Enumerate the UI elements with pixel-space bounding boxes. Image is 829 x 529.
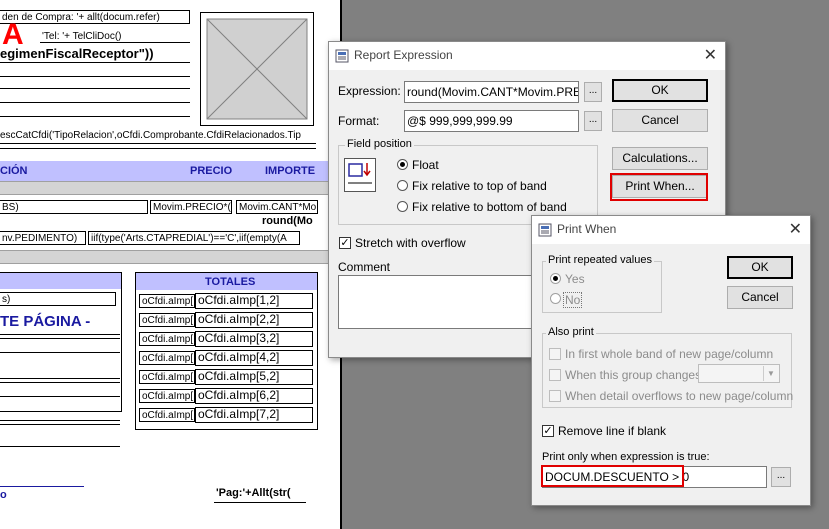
imp-label-7[interactable]: oCfdi.aImp[	[139, 408, 195, 422]
no-label: No	[563, 292, 583, 308]
report-icon	[335, 49, 349, 63]
close-icon[interactable]: ✕	[704, 45, 717, 65]
col-importe[interactable]: IMPORTE	[265, 165, 315, 177]
expression-highlight	[541, 465, 684, 487]
also-print-title: Also print	[546, 326, 596, 338]
imp-value-1[interactable]: oCfdi.aImp[1,2]	[195, 293, 313, 309]
imp-value-6[interactable]: oCfdi.aImp[6,2]	[195, 388, 313, 404]
page-number-field[interactable]: 'Pag:'+Allt(str(	[214, 487, 306, 503]
detail-iif-field[interactable]: iif(type('Arts.CTAPREDIAL')=='C',iif(emp…	[88, 231, 300, 245]
field-position-title: Field position	[345, 138, 414, 150]
report-canvas[interactable]: den de Compra: '+ allt(docum.refer) A 'T…	[0, 0, 342, 529]
imp-value-3[interactable]: oCfdi.aImp[3,2]	[195, 331, 313, 347]
float-label: Float	[412, 158, 439, 172]
yes-radio[interactable]	[550, 273, 561, 284]
detail-cant-field[interactable]: Movim.CANT*Mo	[236, 200, 318, 214]
group-changes-label: When this group changes	[565, 368, 702, 382]
group-changes-checkbox[interactable]	[549, 369, 561, 381]
print-when-highlight	[610, 173, 708, 201]
imp-label-6[interactable]: oCfdi.aImp[	[139, 389, 195, 403]
print-when-title: Print When	[557, 222, 617, 236]
expression-label: Expression:	[338, 84, 401, 98]
expression-builder-button[interactable]: ...	[584, 82, 602, 102]
print-when-titlebar[interactable]: Print When ✕	[532, 216, 810, 244]
fix-top-label: Fix relative to top of band	[412, 179, 547, 193]
cancel-button[interactable]: Cancel	[612, 109, 708, 132]
imp-value-5[interactable]: oCfdi.aImp[5,2]	[195, 369, 313, 385]
repeated-values-title: Print repeated values	[546, 254, 654, 266]
detail-pedimento-field[interactable]: nv.PEDIMENTO)	[0, 231, 86, 245]
imp-label-2[interactable]: oCfdi.aImp[	[139, 313, 195, 327]
expression-true-label: Print only when expression is true:	[542, 451, 710, 463]
imp-value-7[interactable]: oCfdi.aImp[7,2]	[195, 407, 313, 423]
order-ref-field[interactable]: den de Compra: '+ allt(docum.refer)	[0, 10, 190, 24]
cancel-button[interactable]: Cancel	[727, 286, 793, 309]
stretch-checkbox[interactable]: ✓	[339, 237, 351, 249]
float-radio[interactable]	[397, 159, 408, 170]
detail-overflows-label: When detail overflows to new page/column	[565, 389, 794, 403]
imp-label-5[interactable]: oCfdi.aImp[	[139, 370, 195, 384]
group-select[interactable]: ▼	[698, 364, 780, 383]
regimen-field[interactable]: egimenFiscalReceptor"))	[0, 46, 154, 61]
repeated-values-group: Print repeated values	[542, 254, 662, 313]
first-whole-label: In first whole band of new page/column	[565, 347, 774, 361]
stretch-label: Stretch with overflow	[355, 236, 466, 250]
col-descripcion[interactable]: CIÓN	[0, 165, 28, 177]
detail-round-field[interactable]: round(Mo	[260, 215, 318, 230]
detail-precio-field[interactable]: Movim.PRECIO*(	[150, 200, 232, 214]
format-input[interactable]: @$ 999,999,999.99	[404, 110, 579, 132]
calculations-button[interactable]: Calculations...	[612, 147, 708, 170]
imp-value-4[interactable]: oCfdi.aImp[4,2]	[195, 350, 313, 366]
imp-label-3[interactable]: oCfdi.aImp[	[139, 332, 195, 346]
format-label: Format:	[338, 114, 380, 128]
format-builder-button[interactable]: ...	[584, 111, 602, 131]
imp-label-4[interactable]: oCfdi.aImp[	[139, 351, 195, 365]
band-separator-2[interactable]	[0, 250, 340, 264]
report-expression-titlebar[interactable]: Report Expression ✕	[329, 42, 725, 70]
totals-title[interactable]: TOTALES	[205, 276, 255, 288]
yes-label: Yes	[565, 272, 585, 286]
fix-top-radio[interactable]	[397, 180, 408, 191]
cfdi-rel-field[interactable]: escCatCfdi('TipoRelacion',oCfdi.Comproba…	[0, 130, 301, 141]
fix-bottom-radio[interactable]	[397, 201, 408, 212]
comment-label: Comment	[338, 260, 391, 274]
chevron-down-icon: ▼	[763, 366, 778, 381]
ok-button[interactable]: OK	[612, 79, 708, 102]
expression-builder-button[interactable]: ...	[771, 467, 791, 487]
field-position-icon	[344, 158, 376, 192]
expression-input[interactable]: round(Movim.CANT*Movim.PRECIO	[404, 81, 579, 103]
comment-textarea[interactable]	[338, 275, 536, 329]
pagina-label[interactable]: TE PÁGINA -	[0, 313, 90, 330]
first-whole-checkbox[interactable]	[549, 348, 561, 360]
col-precio[interactable]: PRECIO	[190, 165, 232, 177]
no-radio[interactable]	[550, 293, 561, 304]
fix-bottom-label: Fix relative to bottom of band	[412, 200, 567, 214]
imp-label-1[interactable]: oCfdi.aImp[	[139, 294, 195, 308]
summary-s-field[interactable]: s)	[0, 292, 116, 306]
remove-blank-checkbox[interactable]: ✓	[542, 425, 554, 437]
detail-overflows-checkbox[interactable]	[549, 390, 561, 402]
report-expression-title: Report Expression	[354, 48, 453, 62]
remove-blank-label: Remove line if blank	[558, 424, 667, 438]
footer-field[interactable]: o	[0, 489, 7, 501]
imp-value-2[interactable]: oCfdi.aImp[2,2]	[195, 312, 313, 328]
band-separator[interactable]	[0, 181, 340, 195]
logo-placeholder-icon[interactable]	[200, 12, 314, 126]
report-icon	[538, 223, 552, 237]
close-icon[interactable]: ✕	[789, 219, 802, 239]
print-when-dialog: Print When ✕ Print repeated values Yes N…	[531, 215, 811, 506]
detail-desc-field[interactable]: BS)	[0, 200, 148, 214]
ok-button[interactable]: OK	[727, 256, 793, 279]
